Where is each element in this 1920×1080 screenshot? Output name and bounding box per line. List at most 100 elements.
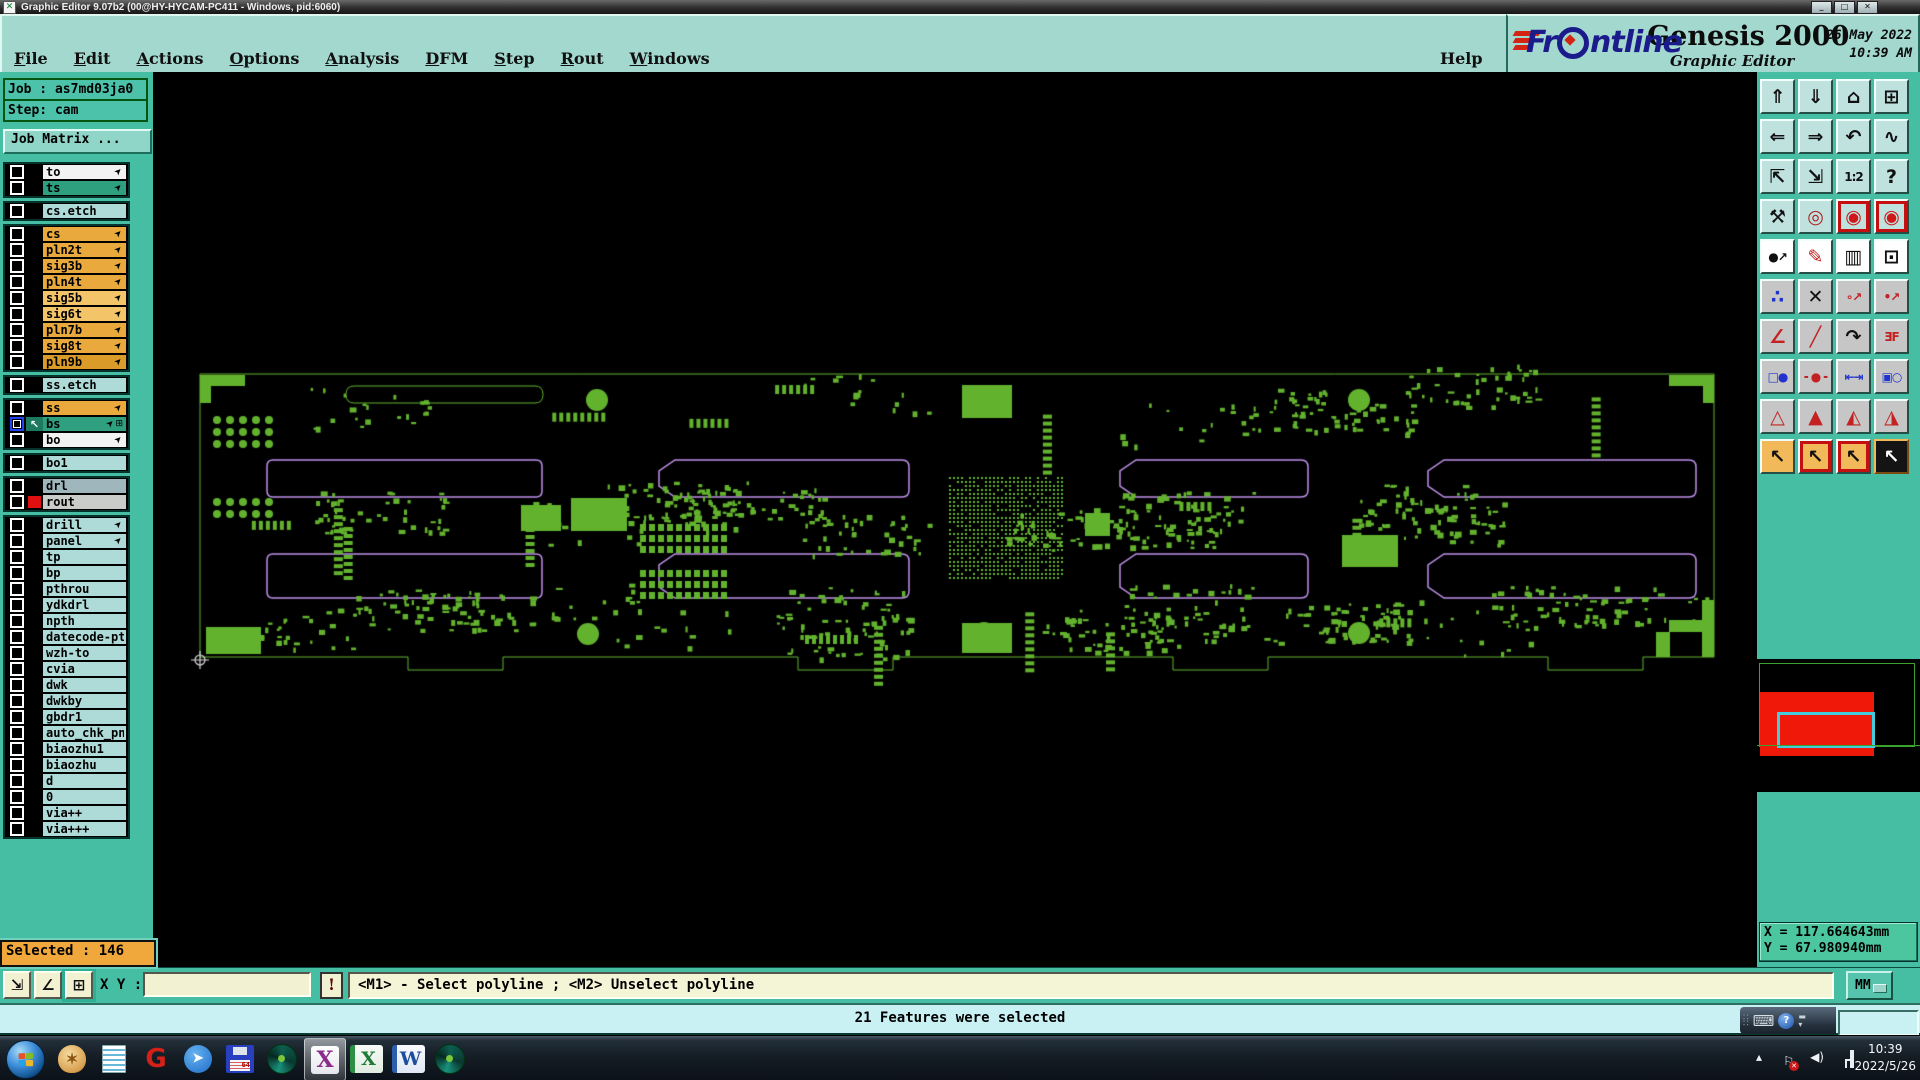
layer-label[interactable]: biaozhu1 <box>43 742 126 756</box>
layer-label[interactable]: sig6t ➤ <box>43 307 126 321</box>
mirror-feature-button[interactable]: ƎF <box>1874 319 1909 354</box>
layer-visibility-checkbox[interactable] <box>10 806 24 820</box>
layer-label[interactable]: gbdr1 <box>43 710 126 724</box>
maximize-button[interactable]: □ <box>1834 1 1855 14</box>
job-matrix-button[interactable]: Job Matrix ... <box>3 129 152 154</box>
zoom-in-margins-button[interactable]: ⇲ <box>1798 159 1833 194</box>
warning-button[interactable]: ! <box>320 972 343 999</box>
layer-visibility-checkbox[interactable] <box>10 291 24 305</box>
layer-visibility-checkbox[interactable] <box>10 566 24 580</box>
shell-app-icon[interactable]: ✶ <box>52 1038 92 1079</box>
layer-label[interactable]: d <box>43 774 126 788</box>
setup-tools-button[interactable]: ⚒ <box>1760 199 1795 234</box>
menu-help[interactable]: Help <box>1440 49 1483 68</box>
layer-label[interactable]: datecode-pt <box>43 630 126 644</box>
layer-label[interactable]: npth <box>43 614 126 628</box>
layer-label[interactable]: ss.etch <box>43 378 126 392</box>
layer-label[interactable]: bo1 <box>43 456 126 470</box>
copy-feature-button[interactable]: □● <box>1760 359 1795 394</box>
merge-shapes-button[interactable]: ▣○ <box>1874 359 1909 394</box>
layer-visibility-checkbox[interactable] <box>10 822 24 836</box>
select-single-button[interactable]: ↖ <box>1760 439 1795 474</box>
menu-dfm[interactable]: DFM <box>425 49 468 68</box>
layer-visibility-checkbox[interactable] <box>10 495 24 509</box>
layer-row-cs.etch[interactable]: cs.etch <box>5 203 128 219</box>
resize-diagonal-button[interactable]: ⇲ <box>3 971 31 999</box>
layer-visibility-checkbox[interactable] <box>10 550 24 564</box>
start-button[interactable] <box>6 1040 45 1079</box>
grip-icon[interactable]: ∷ ∷ <box>1743 1013 1749 1028</box>
language-bar[interactable]: ∷ ∷ ⌨ ? ▬ ▾ <box>1740 1007 1836 1034</box>
layer-row-0[interactable]: 0 <box>5 789 128 805</box>
layer-row-cvia[interactable]: cvia <box>5 661 128 677</box>
layer-visibility-checkbox[interactable] <box>10 742 24 756</box>
close-button[interactable]: ✕ <box>1857 1 1878 14</box>
layer-row-ss[interactable]: ss ➤ <box>5 400 128 416</box>
layer-row-pln2t[interactable]: pln2t ➤ <box>5 242 128 258</box>
layer-row-drl[interactable]: drl <box>5 478 128 494</box>
delete-feature-button[interactable]: ✕ <box>1798 279 1833 314</box>
layer-visibility-checkbox[interactable] <box>10 378 24 392</box>
layer-row-via+++[interactable]: via+++ <box>5 821 128 837</box>
ruler-button[interactable]: ▥ <box>1836 239 1871 274</box>
layer-row-npth[interactable]: npth <box>5 613 128 629</box>
layer-visibility-checkbox[interactable] <box>10 417 24 431</box>
network-icon[interactable] <box>1845 1050 1854 1068</box>
layer-label[interactable]: via++ <box>43 806 126 820</box>
layer-label[interactable]: pln7b ➤ <box>43 323 126 337</box>
layer-label[interactable]: pln2t ➤ <box>43 243 126 257</box>
layer-row-pln4t[interactable]: pln4t ➤ <box>5 274 128 290</box>
rotate-feature-button[interactable]: ↷ <box>1836 319 1871 354</box>
layer-label[interactable]: bo ➤ <box>43 433 126 447</box>
menu-edit[interactable]: Edit <box>74 49 111 68</box>
layer-visibility-checkbox[interactable] <box>10 662 24 676</box>
layer-label[interactable]: pln9b ➤ <box>43 355 126 369</box>
menu-file[interactable]: File <box>14 49 48 68</box>
menu-windows[interactable]: Windows <box>630 49 710 68</box>
stretch-segment-button[interactable]: ╸●╺ <box>1798 359 1833 394</box>
layer-row-wzh-to[interactable]: wzh-to <box>5 645 128 661</box>
layer-visibility-checkbox[interactable] <box>10 678 24 692</box>
layer-row-pln7b[interactable]: pln7b ➤ <box>5 322 128 338</box>
clock[interactable]: 10:39 2022/5/26 <box>1854 1041 1916 1075</box>
layer-row-biaozhu[interactable]: biaozhu <box>5 757 128 773</box>
layer-label[interactable]: cs ➤ <box>43 227 126 241</box>
menu-options[interactable]: Options <box>230 49 300 68</box>
angle-snap-button[interactable]: ∠ <box>34 971 62 999</box>
layer-label[interactable]: via+++ <box>43 822 126 836</box>
fill-contour-button[interactable]: △ <box>1760 399 1795 434</box>
messenger-bird-icon[interactable]: ➤ <box>178 1038 218 1079</box>
layer-visibility-checkbox[interactable] <box>10 339 24 353</box>
menu-step[interactable]: Step <box>494 49 534 68</box>
fill-left-button[interactable]: ◭ <box>1836 399 1871 434</box>
layer-label[interactable]: biaozhu <box>43 758 126 772</box>
select-rect-button[interactable]: ↖ <box>1798 439 1833 474</box>
genesis-app-icon[interactable] <box>262 1038 302 1079</box>
layer-row-sig6t[interactable]: sig6t ➤ <box>5 306 128 322</box>
layer-label[interactable]: to ➤ <box>43 165 126 179</box>
layer-visibility-checkbox[interactable] <box>10 275 24 289</box>
layer-visibility-checkbox[interactable] <box>10 181 24 195</box>
zoom-out-margins-button[interactable]: ⇱ <box>1760 159 1795 194</box>
menu-rout[interactable]: Rout <box>561 49 604 68</box>
net-points-button[interactable]: ∴ <box>1760 279 1795 314</box>
layer-label[interactable]: wzh-to <box>43 646 126 660</box>
word-icon[interactable]: W <box>388 1038 428 1079</box>
home-view-button[interactable]: ⌂ <box>1836 79 1871 114</box>
units-dropdown[interactable]: MM <box>1846 971 1893 1000</box>
layer-row-sig5b[interactable]: sig5b ➤ <box>5 290 128 306</box>
layer-label[interactable]: ydkdrl <box>43 598 126 612</box>
angle-measure-button[interactable]: ∠ <box>1760 319 1795 354</box>
save-floppy-icon[interactable]: 64 <box>220 1038 260 1079</box>
navigator-panel[interactable] <box>1757 659 1920 792</box>
vector-move-large-button[interactable]: •↗ <box>1874 279 1909 314</box>
menu-actions[interactable]: Actions <box>137 49 204 68</box>
excel-icon[interactable]: X <box>346 1038 386 1079</box>
layer-visibility-checkbox[interactable] <box>10 582 24 596</box>
exceed-x-icon[interactable]: X <box>304 1038 346 1080</box>
layer-row-datecode-pt[interactable]: datecode-pt <box>5 629 128 645</box>
layer-row-tp[interactable]: tp <box>5 549 128 565</box>
pan-right-button[interactable]: ⇒ <box>1798 119 1833 154</box>
layer-visibility-checkbox[interactable] <box>10 456 24 470</box>
fill-right-button[interactable]: ◮ <box>1874 399 1909 434</box>
